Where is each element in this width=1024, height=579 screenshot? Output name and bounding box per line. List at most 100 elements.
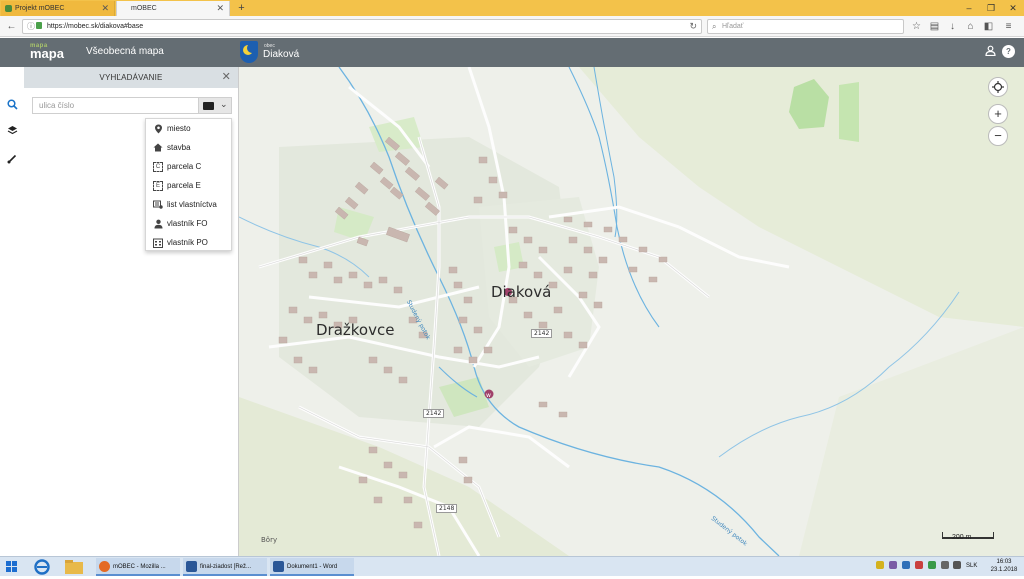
tray-app-icon[interactable] — [876, 561, 884, 569]
map-label-drazkovce: Dražkovce — [316, 321, 395, 339]
tab-label: Projekt mOBEC — [15, 5, 65, 12]
road-number-label: 2142 — [531, 329, 553, 338]
taskbar-app-label: Dokument1 - Word — [287, 564, 338, 570]
menu-item-parcela-e[interactable]: E parcela E — [146, 176, 231, 195]
measure-tool-icon[interactable] — [5, 153, 19, 167]
menu-item-label: parcela C — [167, 162, 202, 171]
panel-header: VYHĽADÁVANIE ✕ — [24, 67, 238, 88]
layers-icon[interactable] — [5, 125, 19, 139]
map-base-layer: w — [239, 67, 1024, 556]
user-icon[interactable] — [984, 45, 997, 58]
map-label-diakova: Diaková — [491, 283, 552, 301]
security-shield-icon[interactable] — [928, 561, 936, 569]
edge-browser-icon[interactable] — [31, 558, 53, 576]
parcel-c-icon: C — [153, 162, 163, 172]
building-icon — [153, 238, 163, 248]
road-number-label: 2148 — [436, 504, 458, 513]
word-icon — [186, 561, 197, 572]
info-icon[interactable]: ⓘ — [27, 20, 35, 33]
taskbar-app-word-2[interactable]: Dokument1 - Word — [270, 558, 354, 576]
network-icon[interactable] — [941, 561, 949, 569]
menu-item-label: parcela E — [167, 181, 201, 190]
panel-title: VYHĽADÁVANIE — [99, 73, 163, 82]
browser-tab-strip: Projekt mOBEC ✕ mOBEC ✕ + – ❐ ✕ — [0, 0, 1024, 16]
menu-item-vlastnik-po[interactable]: vlastník PO — [146, 233, 231, 252]
menu-item-miesto[interactable]: miesto — [146, 119, 231, 138]
minimize-icon[interactable]: – — [958, 0, 980, 16]
new-tab-button[interactable]: + — [235, 1, 248, 15]
taskbar-app-word-1[interactable]: final-ziadost [Rež... — [183, 558, 267, 576]
windows-start-icon[interactable] — [6, 561, 18, 573]
menu-item-label: stavba — [167, 143, 191, 152]
url-text: https://mobec.sk/diakova#base — [47, 23, 144, 30]
pocket-icon[interactable]: ◧ — [982, 20, 995, 33]
envelope-icon — [203, 102, 214, 110]
help-icon[interactable]: ? — [1002, 45, 1015, 58]
close-window-icon[interactable]: ✕ — [1002, 0, 1024, 16]
chevron-down-icon: ⌄ — [220, 99, 228, 109]
favicon-icon — [5, 5, 12, 12]
word-icon — [273, 561, 284, 572]
menu-item-list-vlastnictva[interactable]: list vlastníctva — [146, 195, 231, 214]
file-explorer-icon[interactable] — [63, 558, 85, 576]
download-icon[interactable]: ↓ — [946, 20, 959, 33]
menu-item-label: vlastník PO — [167, 238, 208, 247]
volume-icon[interactable] — [953, 561, 961, 569]
maximize-icon[interactable]: ❐ — [980, 0, 1002, 16]
search-type-dropdown-button[interactable]: ⌄ — [198, 97, 232, 114]
os-taskbar: mOBEC - Mozilla ... final-ziadost [Rež..… — [0, 556, 1024, 576]
url-bar[interactable]: ⓘ https://mobec.sk/diakova#base ↻ — [22, 19, 702, 34]
close-tab-icon[interactable]: ✕ — [216, 1, 224, 16]
search-placeholder: Hľadať — [722, 23, 744, 30]
tab-mobec[interactable]: mOBEC ✕ — [116, 1, 230, 16]
taskbar-app-firefox[interactable]: mOBEC - Mozilla ... — [96, 558, 180, 576]
map-canvas[interactable]: w Diaková Dražkovce Bôry Studený potok S… — [239, 67, 1024, 556]
search-icon[interactable] — [5, 99, 19, 113]
location-pin-icon — [153, 124, 163, 134]
menu-item-vlastnik-fo[interactable]: vlastník FO — [146, 214, 231, 233]
tab-label: mOBEC — [131, 5, 157, 12]
search-type-menu: miesto stavba C parcela C E parcela E li… — [145, 118, 232, 251]
zoom-in-button[interactable]: + — [988, 104, 1008, 124]
taskbar-app-label: final-ziadost [Rež... — [200, 564, 252, 570]
reload-icon[interactable]: ↻ — [689, 20, 697, 33]
clock-date: 23.1.2018 — [990, 567, 1018, 573]
tray-app-icon[interactable] — [902, 561, 910, 569]
scale-label: 200 m — [952, 534, 972, 541]
bookmark-star-icon[interactable]: ☆ — [910, 20, 923, 33]
app-logo[interactable]: mapa — [30, 46, 64, 61]
tab-projekt-mobec[interactable]: Projekt mOBEC ✕ — [1, 1, 115, 16]
ownership-list-icon — [153, 200, 163, 210]
system-clock[interactable]: 16:03 23.1.2018 — [988, 558, 1020, 574]
municipality-crest-icon — [240, 41, 258, 63]
menu-item-label: vlastník FO — [167, 219, 208, 228]
library-icon[interactable]: ▤ — [928, 20, 941, 33]
back-arrow-icon[interactable]: ← — [5, 20, 18, 33]
parcel-e-icon: E — [153, 181, 163, 191]
menu-item-stavba[interactable]: stavba — [146, 138, 231, 157]
locate-me-button[interactable] — [988, 77, 1008, 97]
app-title: Všeobecná mapa — [86, 46, 164, 57]
close-icon[interactable]: ✕ — [222, 67, 231, 88]
language-indicator[interactable]: SLK — [966, 563, 977, 569]
municipality-name: Diaková — [263, 49, 300, 60]
zoom-out-button[interactable]: − — [988, 126, 1008, 146]
taskbar-app-label: mOBEC - Mozilla ... — [113, 564, 166, 570]
address-search-input[interactable]: ulica číslo — [32, 97, 199, 114]
house-icon — [153, 143, 163, 153]
browser-nav-bar: ← ⓘ https://mobec.sk/diakova#base ↻ ⌕ Hľ… — [0, 16, 1024, 37]
map-label-bory: Bôry — [261, 536, 278, 544]
search-icon: ⌕ — [712, 22, 717, 31]
tray-app-icon[interactable] — [889, 561, 897, 569]
menu-item-parcela-c[interactable]: C parcela C — [146, 157, 231, 176]
close-tab-icon[interactable]: ✕ — [101, 1, 109, 16]
menu-icon[interactable]: ≡ — [1002, 20, 1015, 33]
browser-search-input[interactable]: ⌕ Hľadať — [707, 19, 904, 34]
crosshair-icon — [992, 81, 1004, 93]
tool-sidebar — [0, 67, 24, 556]
road-number-label: 2142 — [423, 409, 445, 418]
menu-item-label: miesto — [167, 124, 191, 133]
clock-time: 16:03 — [996, 559, 1012, 565]
tray-app-icon[interactable] — [915, 561, 923, 569]
home-icon[interactable]: ⌂ — [964, 20, 977, 33]
